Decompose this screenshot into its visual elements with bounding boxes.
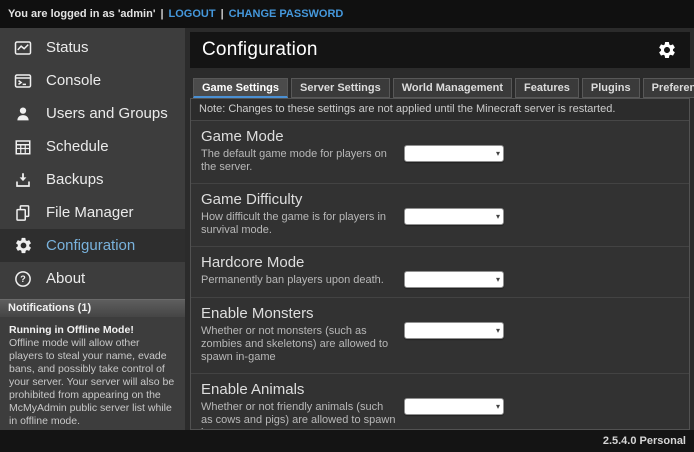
config-tabs: Game Settings Server Settings World Mana… (193, 78, 690, 98)
separator: | (160, 8, 163, 20)
game-difficulty-select[interactable]: ▾ (404, 208, 504, 225)
restart-note: Note: Changes to these settings are not … (191, 99, 689, 121)
sidebar-item-schedule[interactable]: Schedule (0, 130, 185, 163)
setting-row-enable-animals: Enable Animals Whether or not friendly a… (191, 374, 689, 430)
notifications-header: Notifications (1) (0, 299, 185, 317)
tab-features[interactable]: Features (515, 78, 579, 98)
enable-monsters-select[interactable]: ▾ (404, 322, 504, 339)
chevron-down-icon: ▾ (496, 149, 500, 159)
setting-title: Hardcore Mode (201, 254, 396, 271)
gear-icon (13, 236, 33, 256)
sidebar-item-file-manager[interactable]: File Manager (0, 196, 185, 229)
game-mode-select[interactable]: ▾ (404, 145, 504, 162)
sidebar-item-label: Schedule (46, 138, 109, 155)
sidebar-item-backups[interactable]: Backups (0, 163, 185, 196)
enable-animals-select[interactable]: ▾ (404, 398, 504, 415)
tab-game-settings[interactable]: Game Settings (193, 78, 288, 98)
setting-row-enable-monsters: Enable Monsters Whether or not monsters … (191, 298, 689, 374)
topbar: You are logged in as 'admin' | LOGOUT | … (0, 0, 694, 28)
sidebar-item-console[interactable]: Console (0, 64, 185, 97)
settings-panel: Note: Changes to these settings are not … (190, 98, 690, 430)
setting-title: Enable Animals (201, 381, 396, 398)
setting-row-hardcore-mode: Hardcore Mode Permanently ban players up… (191, 247, 689, 298)
users-icon (13, 104, 33, 124)
sidebar-item-label: Users and Groups (46, 105, 168, 122)
sidebar-item-label: Status (46, 39, 89, 56)
sidebar-item-configuration[interactable]: Configuration (0, 229, 185, 262)
sidebar-item-label: Console (46, 72, 101, 89)
setting-description: The default game mode for players on the… (201, 148, 396, 174)
sidebar-item-label: Backups (46, 171, 104, 188)
page-title: Configuration (202, 39, 318, 61)
question-icon: ? (13, 269, 33, 289)
chevron-down-icon: ▾ (496, 275, 500, 285)
setting-description: Permanently ban players upon death. (201, 274, 396, 287)
main-content: Configuration Game Settings Server Setti… (185, 28, 694, 430)
hardcore-mode-select[interactable]: ▾ (404, 271, 504, 288)
setting-description: Whether or not monsters (such as zombies… (201, 325, 396, 364)
file-manager-icon (13, 203, 33, 223)
separator: | (221, 8, 224, 20)
console-icon (13, 71, 33, 91)
sidebar-item-about[interactable]: ? About (0, 262, 185, 295)
logout-link[interactable]: LOGOUT (169, 8, 216, 20)
setting-description: Whether or not friendly animals (such as… (201, 401, 396, 430)
backups-icon (13, 170, 33, 190)
sidebar-item-status[interactable]: Status (0, 31, 185, 64)
notifications-panel: Notifications (1) Running in Offline Mod… (0, 299, 185, 430)
setting-title: Game Difficulty (201, 191, 396, 208)
settings-gear-icon[interactable] (656, 39, 678, 61)
page-header: Configuration (190, 32, 690, 68)
logged-in-text: You are logged in as 'admin' (8, 8, 155, 20)
sidebar-item-label: File Manager (46, 204, 134, 221)
sidebar-item-label: Configuration (46, 237, 135, 254)
change-password-link[interactable]: CHANGE PASSWORD (229, 8, 344, 20)
tab-plugins[interactable]: Plugins (582, 78, 640, 98)
setting-row-game-mode: Game Mode The default game mode for play… (191, 121, 689, 184)
chevron-down-icon: ▾ (496, 212, 500, 222)
sidebar-item-users-and-groups[interactable]: Users and Groups (0, 97, 185, 130)
sidebar: Status Console Users and Groups (0, 28, 185, 430)
svg-text:?: ? (20, 274, 26, 284)
version-label: 2.5.4.0 Personal (603, 435, 686, 447)
notification-item: Running in Offline Mode! Offline mode wi… (0, 317, 185, 430)
setting-title: Enable Monsters (201, 305, 396, 322)
footer: 2.5.4.0 Personal (0, 430, 694, 452)
chevron-down-icon: ▾ (496, 326, 500, 336)
setting-description: How difficult the game is for players in… (201, 211, 396, 237)
setting-title: Game Mode (201, 128, 396, 145)
tab-world-management[interactable]: World Management (393, 78, 512, 98)
tab-preferences[interactable]: Preferences (643, 78, 694, 98)
sidebar-item-label: About (46, 270, 85, 287)
mcmyadmin-app: You are logged in as 'admin' | LOGOUT | … (0, 0, 694, 452)
chevron-down-icon: ▾ (496, 402, 500, 412)
sidebar-nav: Status Console Users and Groups (0, 28, 185, 295)
schedule-icon (13, 137, 33, 157)
setting-row-game-difficulty: Game Difficulty How difficult the game i… (191, 184, 689, 247)
notification-title: Running in Offline Mode! (9, 324, 176, 337)
notification-text: Offline mode will allow other players to… (9, 337, 176, 428)
status-chart-icon (13, 38, 33, 58)
tab-server-settings[interactable]: Server Settings (291, 78, 390, 98)
